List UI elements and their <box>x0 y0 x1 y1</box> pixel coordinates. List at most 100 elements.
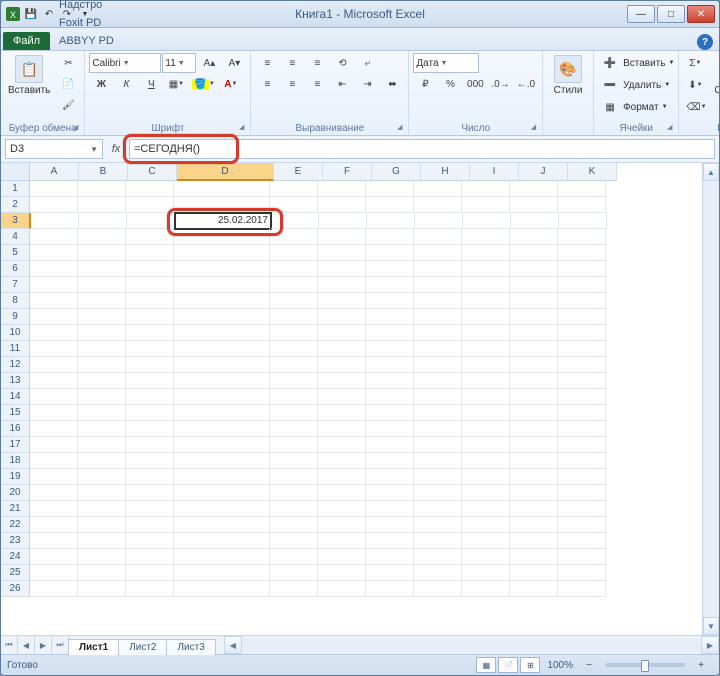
cell[interactable] <box>366 421 414 437</box>
cell[interactable] <box>558 245 606 261</box>
cell[interactable] <box>78 517 126 533</box>
tab-next-button[interactable]: ▶ <box>35 636 52 654</box>
cell[interactable] <box>558 197 606 213</box>
cell[interactable] <box>558 341 606 357</box>
cell[interactable] <box>270 501 318 517</box>
dec-decimal-button[interactable]: ←.0 <box>514 74 538 94</box>
zoom-in-button[interactable]: + <box>689 655 713 675</box>
cell[interactable] <box>126 341 174 357</box>
orientation-button[interactable]: ⟲ <box>330 53 354 73</box>
cell[interactable] <box>510 357 558 373</box>
cell[interactable] <box>78 293 126 309</box>
cell[interactable] <box>174 245 270 261</box>
cell[interactable] <box>78 325 126 341</box>
row-header[interactable]: 3 <box>1 213 31 229</box>
cell[interactable] <box>510 389 558 405</box>
cell[interactable] <box>30 181 78 197</box>
cell[interactable] <box>366 469 414 485</box>
cell[interactable] <box>270 453 318 469</box>
cell[interactable] <box>318 549 366 565</box>
cell[interactable] <box>318 293 366 309</box>
row-header[interactable]: 14 <box>1 389 30 405</box>
cell[interactable] <box>462 437 510 453</box>
insert-cells-button[interactable]: ➕Вставить▼ <box>598 53 674 73</box>
cell[interactable] <box>318 501 366 517</box>
cell[interactable] <box>270 533 318 549</box>
cell[interactable] <box>558 293 606 309</box>
ribbon-tab[interactable]: ABBYY PD <box>53 32 120 50</box>
inc-decimal-button[interactable]: .0→ <box>488 74 512 94</box>
cell[interactable] <box>126 293 174 309</box>
cell[interactable] <box>462 501 510 517</box>
cell[interactable] <box>558 389 606 405</box>
cell[interactable] <box>30 533 78 549</box>
help-icon[interactable]: ? <box>697 34 713 50</box>
cell[interactable] <box>174 581 270 597</box>
cell[interactable] <box>174 517 270 533</box>
cell[interactable] <box>318 357 366 373</box>
cell[interactable] <box>558 325 606 341</box>
currency-button[interactable]: ₽ <box>413 74 437 94</box>
cell[interactable] <box>558 453 606 469</box>
cell[interactable] <box>462 277 510 293</box>
cell[interactable] <box>462 533 510 549</box>
horizontal-scrollbar[interactable]: ◀ ▶ <box>224 636 719 654</box>
cell[interactable] <box>318 389 366 405</box>
cell[interactable] <box>510 485 558 501</box>
cell[interactable] <box>318 181 366 197</box>
cell[interactable] <box>462 373 510 389</box>
cell[interactable] <box>414 373 462 389</box>
cell[interactable] <box>30 421 78 437</box>
cell[interactable] <box>558 229 606 245</box>
column-header[interactable]: A <box>30 163 79 181</box>
cell[interactable] <box>78 181 126 197</box>
cell[interactable] <box>270 261 318 277</box>
cell[interactable] <box>270 293 318 309</box>
cell[interactable] <box>558 405 606 421</box>
cell[interactable] <box>510 341 558 357</box>
cell[interactable] <box>30 453 78 469</box>
cell[interactable] <box>366 341 414 357</box>
save-icon[interactable]: 💾 <box>23 6 39 22</box>
row-header[interactable]: 2 <box>1 197 30 213</box>
cell[interactable] <box>30 549 78 565</box>
cell[interactable] <box>78 581 126 597</box>
cell[interactable] <box>270 245 318 261</box>
cell[interactable] <box>30 389 78 405</box>
cell[interactable] <box>30 517 78 533</box>
view-break-button[interactable]: ⊞ <box>520 657 540 673</box>
cell[interactable] <box>126 421 174 437</box>
cell[interactable] <box>78 277 126 293</box>
tab-last-button[interactable]: ⏭ <box>52 636 69 654</box>
cell[interactable] <box>510 469 558 485</box>
row-header[interactable]: 5 <box>1 245 30 261</box>
name-box[interactable]: D3▼ <box>5 139 103 159</box>
cell[interactable] <box>174 453 270 469</box>
minimize-button[interactable]: — <box>627 5 655 23</box>
cell[interactable] <box>318 325 366 341</box>
cell[interactable] <box>558 309 606 325</box>
cell[interactable] <box>366 565 414 581</box>
cell[interactable] <box>462 549 510 565</box>
cell[interactable] <box>462 293 510 309</box>
cell[interactable] <box>414 469 462 485</box>
cell[interactable] <box>270 229 318 245</box>
cell[interactable] <box>126 437 174 453</box>
row-header[interactable]: 11 <box>1 341 30 357</box>
cell[interactable] <box>462 389 510 405</box>
row-header[interactable]: 9 <box>1 309 30 325</box>
cell[interactable] <box>414 405 462 421</box>
cell[interactable] <box>270 341 318 357</box>
cell[interactable] <box>318 197 366 213</box>
row-header[interactable]: 8 <box>1 293 30 309</box>
cell[interactable] <box>366 277 414 293</box>
cell[interactable] <box>366 293 414 309</box>
cell[interactable] <box>174 405 270 421</box>
cell[interactable] <box>30 229 78 245</box>
cell[interactable] <box>510 309 558 325</box>
cell[interactable] <box>79 213 127 229</box>
zoom-out-button[interactable]: − <box>577 655 601 675</box>
cell[interactable] <box>174 197 270 213</box>
comma-button[interactable]: 000 <box>463 74 487 94</box>
cell[interactable] <box>318 261 366 277</box>
